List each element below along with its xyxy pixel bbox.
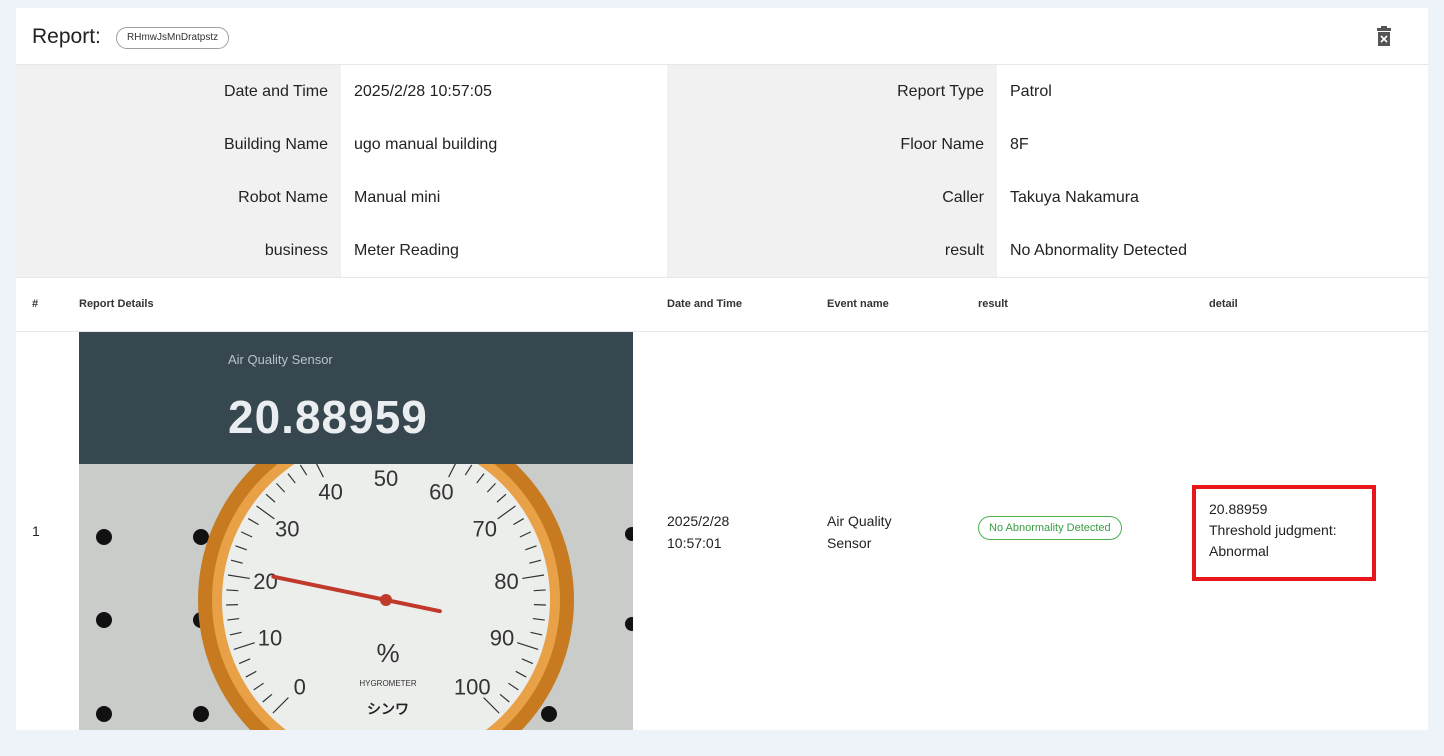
info-label: result — [667, 224, 997, 277]
detail-threshold-label: Threshold judgment: — [1209, 522, 1337, 538]
gauge-tick-label: 40 — [318, 479, 342, 504]
events-table-header: # Report Details Date and Time Event nam… — [16, 278, 1428, 332]
info-label: Date and Time — [16, 65, 341, 118]
info-row: Building Name ugo manual building Floor … — [16, 118, 1428, 171]
col-header-detail[interactable]: detail — [1209, 278, 1238, 331]
gauge-tick-label: 80 — [494, 569, 518, 594]
info-label: Report Type — [667, 65, 997, 118]
col-header-num: # — [32, 298, 39, 310]
info-value: 2025/2/28 10:57:05 — [354, 83, 492, 100]
gauge-tick-label: 20 — [253, 569, 277, 594]
info-value: 8F — [1010, 136, 1029, 153]
gauge-brand: HYGROMETER — [359, 679, 417, 688]
report-photo[interactable]: Air Quality Sensor 20.88959 0 10 20 30 40 50 6… — [79, 332, 633, 730]
gauge-tick — [533, 589, 546, 592]
gauge-tick-label: 50 — [374, 466, 398, 491]
report-title: Report: — [32, 25, 101, 48]
table-row[interactable]: 1 Air Quality Sensor 20.88959 0 10 20 30 40 5… — [16, 332, 1428, 730]
col-header-details[interactable]: Report Details — [79, 278, 154, 331]
gauge-tick-label: 100 — [454, 674, 491, 699]
gauge-unit: % — [376, 638, 399, 668]
info-value: Manual mini — [354, 189, 441, 206]
hygrometer-image: 0 10 20 30 40 50 60 70 80 90 100 % HYGROMETER シンワ — [79, 464, 633, 730]
detail-highlight-box: 20.88959 Threshold judgment: Abnormal — [1192, 485, 1376, 581]
result-status-badge: No Abnormality Detected — [978, 516, 1122, 540]
event-name-line2: Sensor — [827, 535, 872, 551]
event-time: 10:57:01 — [667, 535, 722, 551]
info-row: Date and Time 2025/2/28 10:57:05 Report … — [16, 65, 1428, 118]
info-row: Robot Name Manual mini Caller Takuya Nak… — [16, 171, 1428, 224]
gauge-tick — [226, 589, 239, 592]
photo-sensor-label: Air Quality Sensor — [228, 352, 333, 367]
info-label: Robot Name — [16, 171, 341, 224]
gauge-hub — [380, 594, 392, 606]
info-value: No Abnormality Detected — [1010, 242, 1187, 259]
event-name-line1: Air Quality — [827, 513, 892, 529]
info-value: Patrol — [1010, 83, 1052, 100]
info-row: business Meter Reading result No Abnorma… — [16, 224, 1428, 277]
col-header-datetime[interactable]: Date and Time — [667, 278, 742, 331]
gauge-tick-label: 0 — [294, 674, 306, 699]
col-header-result[interactable]: result — [978, 278, 1008, 331]
row-number: 1 — [32, 523, 40, 539]
report-header: Report: RHmwJsMnDratpstz — [16, 8, 1428, 65]
detail-value: 20.88959 — [1209, 501, 1268, 517]
photo-reading-panel: Air Quality Sensor 20.88959 — [79, 332, 633, 464]
report-id-badge: RHmwJsMnDratpstz — [116, 27, 230, 49]
gauge-tick-label: 90 — [490, 626, 514, 651]
info-value: ugo manual building — [354, 136, 498, 153]
report-info-table: Date and Time 2025/2/28 10:57:05 Report … — [16, 65, 1428, 278]
info-label: Caller — [667, 171, 997, 224]
gauge-tick-label: 60 — [429, 479, 453, 504]
info-value: Meter Reading — [354, 242, 459, 259]
gauge-tick-label: 10 — [258, 626, 282, 651]
report-card: Report: RHmwJsMnDratpstz Date and Time 2… — [16, 8, 1428, 730]
photo-sensor-value: 20.88959 — [228, 391, 428, 443]
gauge-tick-label: 30 — [275, 516, 299, 541]
trash-icon[interactable] — [1376, 26, 1392, 46]
detail-judgment: Abnormal — [1209, 543, 1269, 559]
event-date: 2025/2/28 — [667, 513, 730, 529]
info-label: Floor Name — [667, 118, 997, 171]
info-label: business — [16, 224, 341, 277]
info-label: Building Name — [16, 118, 341, 171]
col-header-event[interactable]: Event name — [827, 278, 889, 331]
info-value: Takuya Nakamura — [1010, 189, 1139, 206]
gauge-tick-label: 70 — [472, 516, 496, 541]
gauge-maker: シンワ — [367, 702, 409, 718]
